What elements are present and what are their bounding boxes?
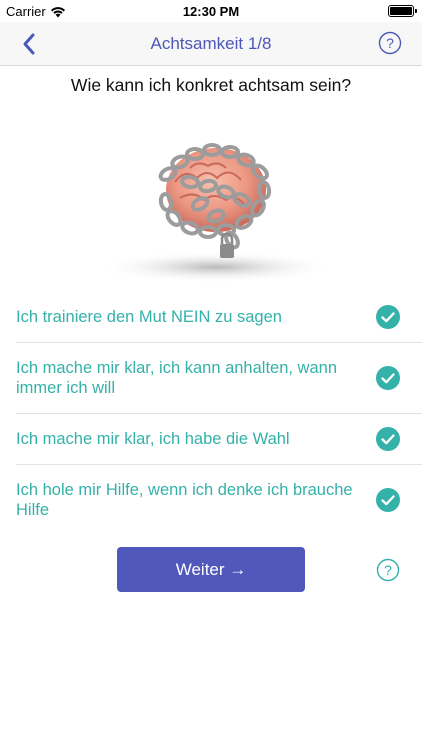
help-button-bottom[interactable]: ?	[376, 558, 400, 582]
brain-in-chains-image	[96, 143, 336, 283]
list-item[interactable]: Ich trainiere den Mut NEIN zu sagen	[0, 292, 422, 342]
check-circle-icon	[376, 427, 400, 451]
check-circle-icon	[376, 305, 400, 329]
question-heading: Wie kann ich konkret achtsam sein?	[70, 75, 352, 95]
list-item-label: Ich trainiere den Mut NEIN zu sagen	[16, 308, 282, 326]
list-item[interactable]: Ich mache mir klar, ich kann anhalten, w…	[0, 343, 422, 413]
help-button[interactable]: ?	[378, 31, 402, 55]
status-time: 12:30 PM	[182, 4, 240, 19]
check-circle-icon	[376, 366, 400, 390]
list-item-label: Ich mache mir klar, ich habe die Wahl	[16, 430, 290, 448]
navigation-bar: Achtsamkeit 1/8 ?	[0, 22, 422, 66]
question-circle-icon: ?	[378, 31, 402, 55]
check-circle-icon	[376, 488, 400, 512]
svg-text:?: ?	[384, 562, 392, 578]
next-button[interactable]: Weiter →	[117, 547, 305, 592]
battery-icon	[388, 5, 417, 17]
checklist: Ich trainiere den Mut NEIN zu sagen Ich …	[0, 292, 422, 535]
svg-text:?: ?	[386, 35, 394, 51]
list-item-label: Ich mache mir klar, ich kann anhalten, w…	[16, 359, 338, 397]
status-bar: Carrier 12:30 PM	[0, 0, 422, 22]
question-circle-icon: ?	[376, 558, 400, 582]
list-item[interactable]: Ich mache mir klar, ich habe die Wahl	[0, 414, 422, 464]
list-item-label: Ich hole mir Hilfe, wenn ich denke ich b…	[16, 481, 353, 519]
list-item[interactable]: Ich hole mir Hilfe, wenn ich denke ich b…	[0, 465, 422, 535]
page-title: Achtsamkeit 1/8	[150, 34, 272, 53]
